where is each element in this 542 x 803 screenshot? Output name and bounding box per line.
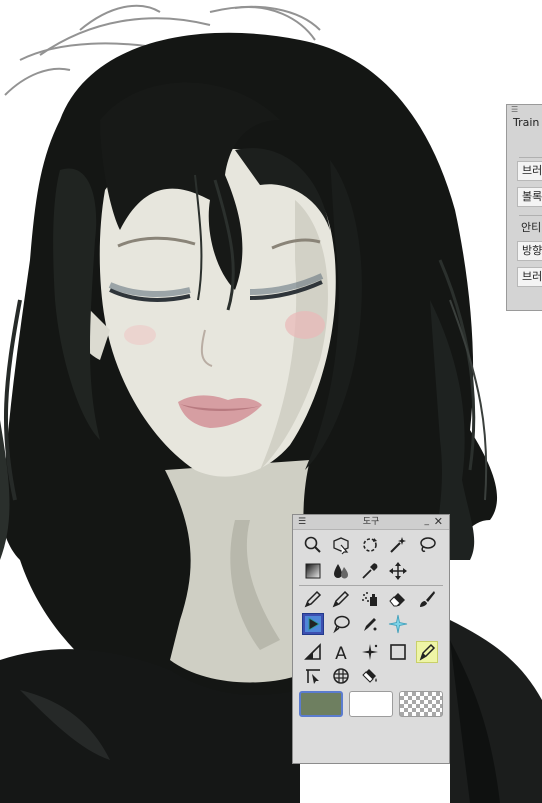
sub-tool-item[interactable]: 볼록 [517,187,542,207]
sub-tool-item[interactable]: 브러 [517,267,542,287]
fill-icon[interactable] [302,613,324,635]
close-icon[interactable]: ✕ [434,515,443,529]
paint-bucket-icon[interactable] [359,665,381,687]
auto-select-wand-icon[interactable] [387,534,409,556]
rectangle-icon[interactable] [387,641,409,663]
rotate-icon[interactable] [359,534,381,556]
zoom-icon[interactable] [302,534,324,556]
frame-border-icon[interactable] [330,665,352,687]
blend-drops-icon[interactable] [330,560,352,582]
main-color-swatch[interactable] [299,691,343,717]
lasso-fill-icon[interactable] [330,613,352,635]
lasso-selection-icon[interactable] [416,534,438,556]
ruler-icon[interactable] [302,641,324,663]
tool-palette-titlebar[interactable]: ☰ 도구 _ ✕ [293,515,449,530]
text-icon[interactable]: A [330,641,352,663]
sparkle-icon[interactable] [387,613,409,635]
correct-line-icon[interactable] [302,665,324,687]
menu-icon[interactable]: ☰ [507,105,542,115]
move-icon[interactable] [387,560,409,582]
tool-palette: ☰ 도구 _ ✕ A [292,514,450,764]
transparent-color-swatch[interactable] [399,691,443,717]
panel-title: Train [513,116,540,129]
airbrush-icon[interactable] [359,588,381,610]
sub-tool-panel: ☰ Train 브러 볼록 안티 방향 브러 [506,104,542,311]
pencil-icon[interactable] [330,588,352,610]
decoration-pen-icon[interactable] [359,613,381,635]
eyedropper-icon[interactable] [359,560,381,582]
svg-text:A: A [335,644,347,662]
marker-pen-icon[interactable] [416,641,438,663]
minimize-icon[interactable]: _ [425,515,430,528]
sub-tool-item[interactable]: 브러 [517,161,542,181]
balloon-icon[interactable] [359,641,381,663]
sub-tool-item[interactable]: 안티 [517,219,542,239]
object-selection-icon[interactable] [330,534,352,556]
eraser-icon[interactable] [387,588,409,610]
drawing-canvas[interactable] [0,0,542,803]
pen-icon[interactable] [302,588,324,610]
brush-icon[interactable] [416,588,438,610]
gradient-icon[interactable] [302,560,324,582]
sub-tool-item[interactable]: 방향 [517,241,542,261]
sub-color-swatch[interactable] [349,691,393,717]
